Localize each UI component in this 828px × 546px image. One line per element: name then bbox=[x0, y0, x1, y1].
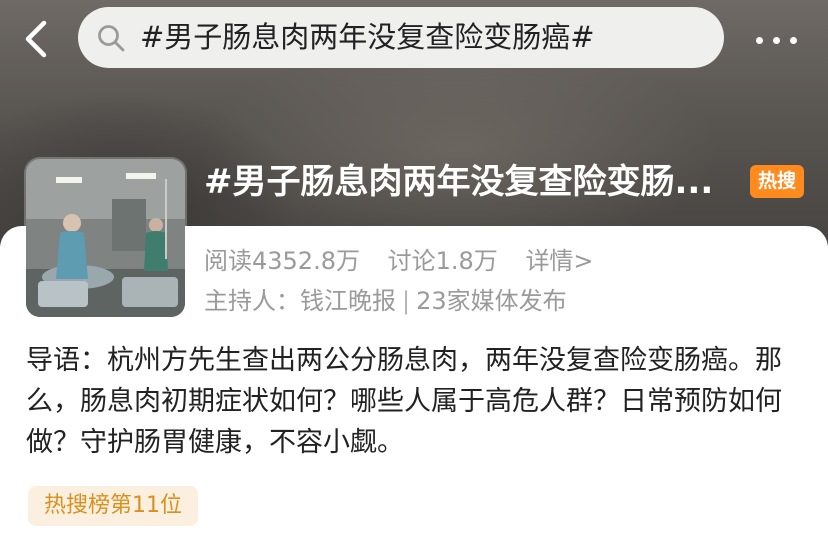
hot-search-badge: 热搜 bbox=[750, 165, 804, 198]
search-query[interactable]: #男子肠息肉两年没复查险变肠癌# bbox=[140, 7, 595, 68]
more-options-button[interactable] bbox=[752, 22, 802, 56]
topic-title: #男子肠息肉两年没复查险变肠... bbox=[204, 162, 714, 202]
host-name[interactable]: 主持人：钱江晚报 bbox=[204, 287, 396, 315]
hospital-photo-image bbox=[26, 159, 185, 317]
topic-introduction: 导语：杭州方先生查出两公分肠息肉，两年没复查险变肠癌。那么，肠息肉初期症状如何？… bbox=[26, 345, 782, 458]
back-button[interactable] bbox=[18, 17, 58, 61]
read-count: 阅读4352.8万 bbox=[204, 247, 360, 275]
topic-stats: 阅读4352.8万 讨论1.8万 详情> bbox=[204, 243, 614, 279]
details-link[interactable]: 详情> bbox=[525, 247, 593, 275]
search-icon bbox=[98, 25, 125, 52]
discussion-count: 讨论1.8万 bbox=[387, 247, 498, 275]
topic-thumbnail[interactable] bbox=[26, 159, 185, 317]
media-count[interactable]: 23家媒体发布 bbox=[416, 287, 567, 315]
more-dots-icon bbox=[773, 37, 780, 44]
topic-host-line: 主持人：钱江晚报 | 23家媒体发布 bbox=[204, 283, 567, 319]
hot-search-rank-badge[interactable]: 热搜榜第11位 bbox=[28, 486, 198, 526]
divider: | bbox=[402, 287, 411, 315]
search-bar[interactable]: #男子肠息肉两年没复查险变肠癌# bbox=[78, 7, 724, 68]
more-dots-icon bbox=[790, 37, 797, 44]
more-dots-icon bbox=[756, 37, 763, 44]
chevron-left-icon bbox=[25, 20, 47, 58]
